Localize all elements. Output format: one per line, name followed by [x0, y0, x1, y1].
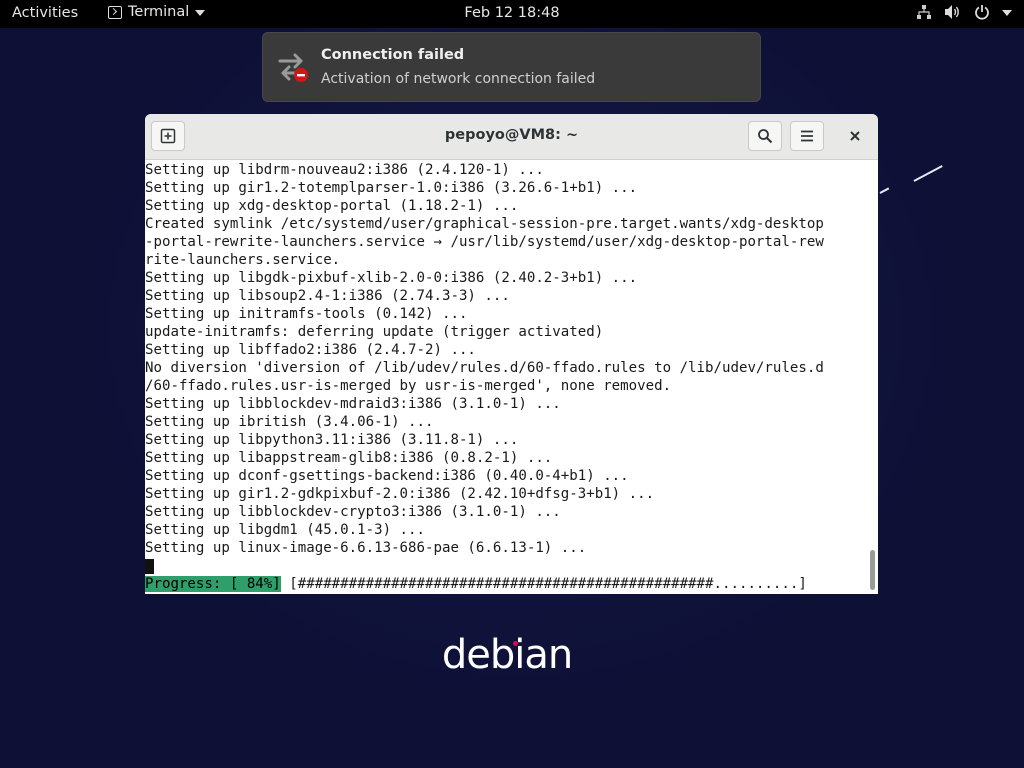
new-tab-icon — [160, 128, 176, 144]
chevron-down-icon — [195, 9, 206, 16]
system-tray[interactable] — [916, 4, 1012, 20]
terminal-line: No diversion 'diversion of /lib/udev/rul… — [145, 360, 824, 376]
progress-line: Progress: [ 84%] [######################… — [145, 575, 824, 593]
terminal-line: Setting up libdrm-nouveau2:i386 (2.4.120… — [145, 162, 544, 178]
terminal-line: /60-ffado.rules.usr-is-merged by usr-is-… — [145, 378, 672, 394]
debian-logo-dot — [513, 641, 518, 646]
debian-logo: debian — [441, 632, 573, 678]
progress-label: Progress: [ 84%] — [145, 576, 281, 592]
terminal-line: Setting up linux-image-6.6.13-686-pae (6… — [145, 540, 587, 556]
terminal-window[interactable]: pepoyo@VM8: ~ Setting up libdrm-nouveau2… — [145, 114, 878, 594]
app-menu-label: Terminal — [128, 4, 190, 20]
terminal-text: Setting up libdrm-nouveau2:i386 (2.4.120… — [145, 161, 824, 593]
hamburger-icon — [801, 130, 813, 142]
notification-title: Connection failed — [321, 47, 465, 63]
cursor-line — [145, 557, 824, 575]
terminal-icon — [108, 5, 122, 19]
power-icon[interactable] — [974, 4, 990, 20]
app-menu[interactable]: Terminal — [108, 4, 206, 20]
terminal-line: Setting up ibritish (3.4.06-1) ... — [145, 414, 434, 430]
terminal-line: Setting up libpython3.11:i386 (3.11.8-1)… — [145, 432, 519, 448]
terminal-line: Setting up libblockdev-crypto3:i386 (3.1… — [145, 504, 561, 520]
terminal-line: Setting up libffado2:i386 (2.4.7-2) ... — [145, 342, 476, 358]
terminal-line: Setting up libblockdev-mdraid3:i386 (3.1… — [145, 396, 561, 412]
chevron-down-icon[interactable] — [1002, 9, 1012, 16]
terminal-line: Setting up libgdm1 (45.0.1-3) ... — [145, 522, 426, 538]
text-cursor — [145, 559, 154, 574]
terminal-line: Setting up libsoup2.4-1:i386 (2.74.3-3) … — [145, 288, 510, 304]
clock[interactable]: Feb 12 18:48 — [464, 5, 559, 21]
terminal-line: update-initramfs: deferring update (trig… — [145, 324, 604, 340]
scrollbar[interactable] — [870, 550, 875, 590]
terminal-line: Setting up xdg-desktop-portal (1.18.2-1)… — [145, 198, 519, 214]
search-icon — [758, 129, 773, 144]
search-button[interactable] — [748, 121, 782, 151]
new-tab-button[interactable] — [151, 121, 185, 151]
notification-banner[interactable]: Connection failed Activation of network … — [262, 32, 761, 102]
terminal-line: Setting up dconf-gsettings-backend:i386 … — [145, 468, 629, 484]
window-header[interactable]: pepoyo@VM8: ~ — [145, 114, 878, 160]
menu-button[interactable] — [790, 121, 824, 151]
activities-button[interactable]: Activities — [12, 5, 78, 21]
progress-bar-text: [#######################################… — [280, 576, 807, 592]
close-button[interactable] — [842, 123, 868, 149]
terminal-line: Setting up libgdk-pixbuf-xlib-2.0-0:i386… — [145, 270, 638, 286]
terminal-line: Setting up gir1.2-totemplparser-1.0:i386… — [145, 180, 638, 196]
terminal-line: Setting up gir1.2-gdkpixbuf-2.0:i386 (2.… — [145, 486, 655, 502]
network-icon[interactable] — [916, 4, 932, 20]
volume-icon[interactable] — [944, 4, 962, 20]
network-error-icon — [277, 51, 311, 89]
terminal-line: Setting up libappstream-glib8:i386 (0.8.… — [145, 450, 553, 466]
terminal-line: Setting up initramfs-tools (0.142) ... — [145, 306, 468, 322]
notification-body: Activation of network connection failed — [321, 71, 596, 87]
top-bar: Activities Terminal Feb 12 18:48 — [0, 0, 1024, 28]
terminal-output[interactable]: Setting up libdrm-nouveau2:i386 (2.4.120… — [145, 160, 878, 594]
close-icon — [850, 131, 860, 141]
terminal-line: -portal-rewrite-launchers.service → /usr… — [145, 234, 824, 250]
terminal-line: Created symlink /etc/systemd/user/graphi… — [145, 216, 824, 232]
terminal-line: rite-launchers.service. — [145, 252, 341, 268]
